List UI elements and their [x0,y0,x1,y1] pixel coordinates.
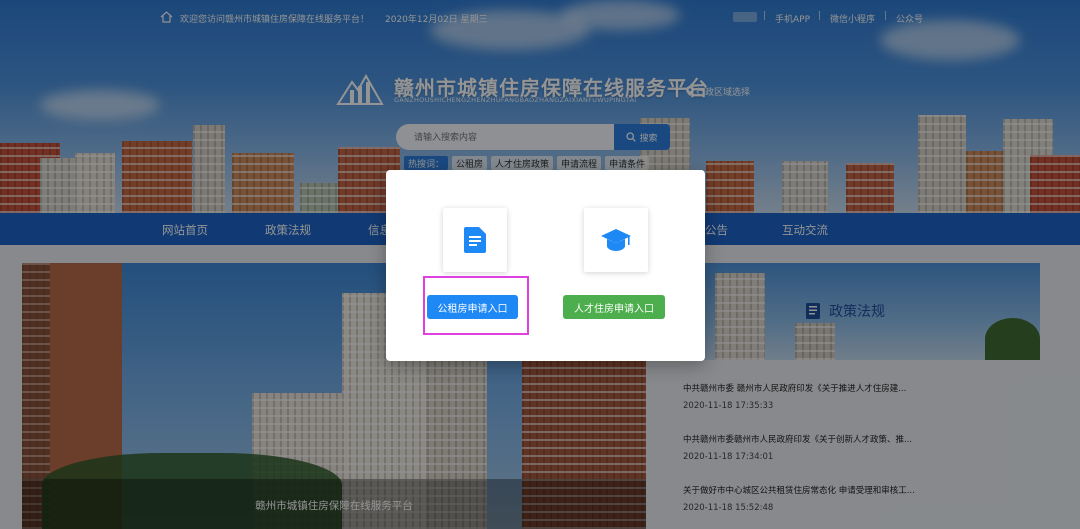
public-rental-apply-button[interactable]: 公租房申请入口 [427,295,518,319]
public-rental-card[interactable] [443,208,507,272]
document-icon [464,227,486,253]
application-entry-modal: 公租房申请入口 人才住房申请入口 [386,170,705,361]
talent-housing-card[interactable] [584,208,648,272]
graduation-cap-icon [601,229,631,251]
talent-housing-apply-button[interactable]: 人才住房申请入口 [563,295,665,319]
